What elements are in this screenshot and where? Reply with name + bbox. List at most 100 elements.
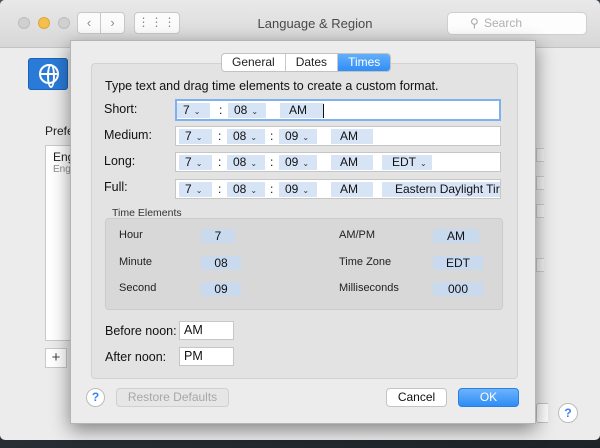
- ampm-token-value: AM: [340, 155, 358, 169]
- second-token[interactable]: 09 ⌄: [279, 182, 317, 197]
- full-format-field[interactable]: 7 ⌄ : 08 ⌄ : 09 ⌄ AM Eastern Daylight Tir: [175, 179, 501, 199]
- language-region-icon: [28, 58, 68, 90]
- hour-token-value: 7: [185, 155, 192, 169]
- timezone-token[interactable]: Eastern Daylight Tir: [382, 182, 500, 197]
- timezone-token-value: EDT: [392, 155, 416, 169]
- short-format-label: Short:: [104, 102, 138, 116]
- minute-token[interactable]: 08 ⌄: [227, 129, 265, 144]
- minute-token[interactable]: 08 ⌄: [228, 103, 266, 118]
- separator-colon: :: [270, 129, 274, 143]
- tab-general[interactable]: General: [222, 54, 286, 71]
- ampm-token[interactable]: AM: [280, 103, 324, 118]
- timezone-element-label: Time Zone: [339, 256, 392, 268]
- minute-token[interactable]: 08 ⌄: [227, 155, 265, 170]
- time-elements-title: Time Elements: [112, 207, 182, 219]
- close-window-button[interactable]: [18, 17, 30, 29]
- separator-colon: :: [219, 103, 223, 117]
- ampm-token-value: AM: [340, 129, 358, 143]
- minimize-window-button[interactable]: [38, 17, 50, 29]
- medium-format-field[interactable]: 7 ⌄ : 08 ⌄ : 09 ⌄ AM: [175, 126, 501, 146]
- search-placeholder: Search: [484, 16, 523, 30]
- chevron-left-icon: ‹: [86, 15, 92, 30]
- add-language-button[interactable]: +: [45, 348, 67, 368]
- zoom-window-button[interactable]: [58, 17, 70, 29]
- restore-defaults-button[interactable]: Restore Defaults: [116, 388, 229, 407]
- ampm-element-label: AM/PM: [339, 229, 376, 241]
- second-token-value: 09: [285, 129, 299, 143]
- chevron-down-icon: ⌄: [195, 159, 203, 168]
- minute-token-value: 08: [233, 155, 247, 169]
- chevron-down-icon: ⌄: [302, 186, 310, 195]
- background-control: [536, 176, 544, 190]
- background-control: [536, 258, 544, 272]
- separator-colon: :: [218, 182, 222, 196]
- forward-button[interactable]: ›: [101, 12, 125, 34]
- cancel-button[interactable]: Cancel: [386, 388, 447, 407]
- hour-element[interactable]: 7: [201, 229, 235, 243]
- second-token[interactable]: 09 ⌄: [279, 155, 317, 170]
- back-button[interactable]: ‹: [77, 12, 101, 34]
- short-format-field[interactable]: 7 ⌄ : 08 ⌄ AM: [175, 99, 501, 121]
- timezone-token[interactable]: EDT ⌄: [382, 155, 432, 170]
- medium-format-label: Medium:: [104, 128, 152, 142]
- minute-element-label: Minute: [119, 256, 153, 268]
- hour-token[interactable]: 7 ⌄: [179, 129, 212, 144]
- minute-token[interactable]: 08 ⌄: [227, 182, 265, 197]
- hour-token[interactable]: 7 ⌄: [179, 155, 212, 170]
- background-control: [536, 204, 544, 218]
- second-token[interactable]: 09 ⌄: [279, 129, 317, 144]
- ampm-token-value: AM: [289, 103, 307, 117]
- before-noon-label: Before noon:: [105, 324, 177, 338]
- long-format-field[interactable]: 7 ⌄ : 08 ⌄ : 09 ⌄ AM EDT ⌄: [175, 152, 501, 172]
- chevron-down-icon: ⌄: [250, 186, 258, 195]
- chevron-down-icon: ⌄: [250, 133, 258, 142]
- minute-token-value: 08: [234, 103, 248, 117]
- ampm-element[interactable]: AM: [433, 229, 479, 243]
- chevron-down-icon: ⌄: [302, 133, 310, 142]
- second-element[interactable]: 09: [201, 282, 241, 296]
- hour-token-value: 7: [185, 129, 192, 143]
- hour-element-label: Hour: [119, 229, 143, 241]
- hour-token[interactable]: 7 ⌄: [177, 103, 210, 118]
- chevron-right-icon: ›: [110, 15, 115, 30]
- full-format-label: Full:: [104, 180, 128, 194]
- window-title: Language & Region: [257, 16, 373, 31]
- globe-icon: [39, 64, 59, 88]
- chevron-down-icon: ⌄: [420, 159, 427, 168]
- ok-button[interactable]: OK: [458, 388, 519, 407]
- milliseconds-element[interactable]: 000: [433, 282, 483, 296]
- after-noon-field[interactable]: PM: [179, 347, 234, 366]
- show-all-button[interactable]: ⋮⋮⋮: [134, 12, 180, 34]
- ampm-token-value: AM: [340, 182, 358, 196]
- ampm-token[interactable]: AM: [331, 182, 373, 197]
- ampm-token[interactable]: AM: [331, 155, 373, 170]
- chevron-down-icon: ⌄: [251, 107, 259, 116]
- tab-times[interactable]: Times: [338, 54, 391, 71]
- separator-colon: :: [270, 182, 274, 196]
- help-button[interactable]: ?: [86, 388, 105, 407]
- language-list-item-secondary: Eng: [53, 164, 71, 175]
- window-help-button[interactable]: ?: [558, 403, 578, 423]
- minute-token-value: 08: [233, 129, 247, 143]
- search-icon: ⚲: [470, 16, 479, 30]
- chevron-down-icon: ⌄: [193, 107, 201, 116]
- background-control: [536, 148, 544, 162]
- advanced-button[interactable]: [536, 403, 548, 423]
- tab-bar: General Dates Times: [221, 53, 392, 72]
- search-input[interactable]: ⚲ Search: [447, 12, 587, 35]
- separator-colon: :: [218, 155, 222, 169]
- tab-dates[interactable]: Dates: [286, 54, 339, 71]
- chevron-down-icon: ⌄: [302, 159, 310, 168]
- minute-element[interactable]: 08: [201, 256, 241, 270]
- timezone-token-value: Eastern Daylight Tir: [395, 182, 500, 196]
- advanced-sheet: General Dates Times Type text and drag t…: [70, 40, 536, 424]
- second-token-value: 09: [285, 155, 299, 169]
- timezone-element[interactable]: EDT: [433, 256, 483, 270]
- chevron-down-icon: ⌄: [250, 159, 258, 168]
- before-noon-field[interactable]: AM: [179, 321, 234, 340]
- hour-token-value: 7: [183, 103, 190, 117]
- hour-token-value: 7: [185, 182, 192, 196]
- text-caret: [323, 104, 324, 118]
- hour-token[interactable]: 7 ⌄: [179, 182, 212, 197]
- ampm-token[interactable]: AM: [331, 129, 373, 144]
